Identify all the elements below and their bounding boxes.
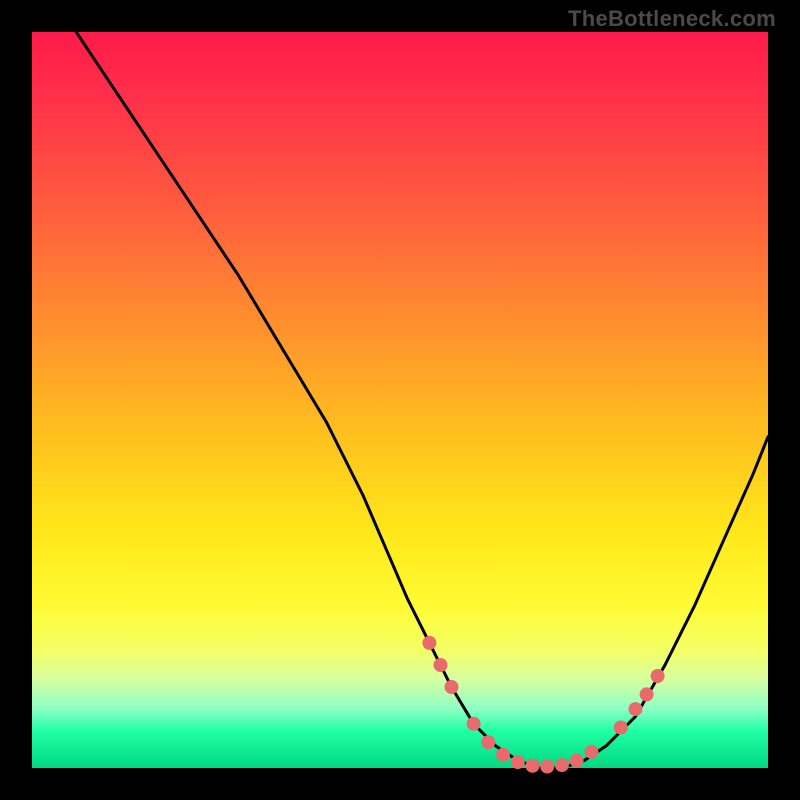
chart-svg <box>32 32 768 768</box>
marker-dot <box>651 669 665 683</box>
marker-dot <box>640 687 654 701</box>
marker-dot <box>434 658 448 672</box>
chart-frame: TheBottleneck.com <box>0 0 800 800</box>
bottleneck-curve <box>76 32 768 768</box>
plot-area <box>32 32 768 768</box>
marker-dot <box>584 745 598 759</box>
marker-dot <box>467 717 481 731</box>
marker-dot <box>481 735 495 749</box>
watermark-text: TheBottleneck.com <box>568 6 776 32</box>
marker-dot <box>570 754 584 768</box>
marker-dot <box>555 758 569 772</box>
marker-dot <box>445 680 459 694</box>
marker-dot <box>511 755 525 769</box>
marker-dot <box>526 759 540 773</box>
curve-markers <box>422 636 664 774</box>
marker-dot <box>629 702 643 716</box>
marker-dot <box>540 760 554 774</box>
marker-dot <box>422 636 436 650</box>
marker-dot <box>614 721 628 735</box>
marker-dot <box>496 748 510 762</box>
